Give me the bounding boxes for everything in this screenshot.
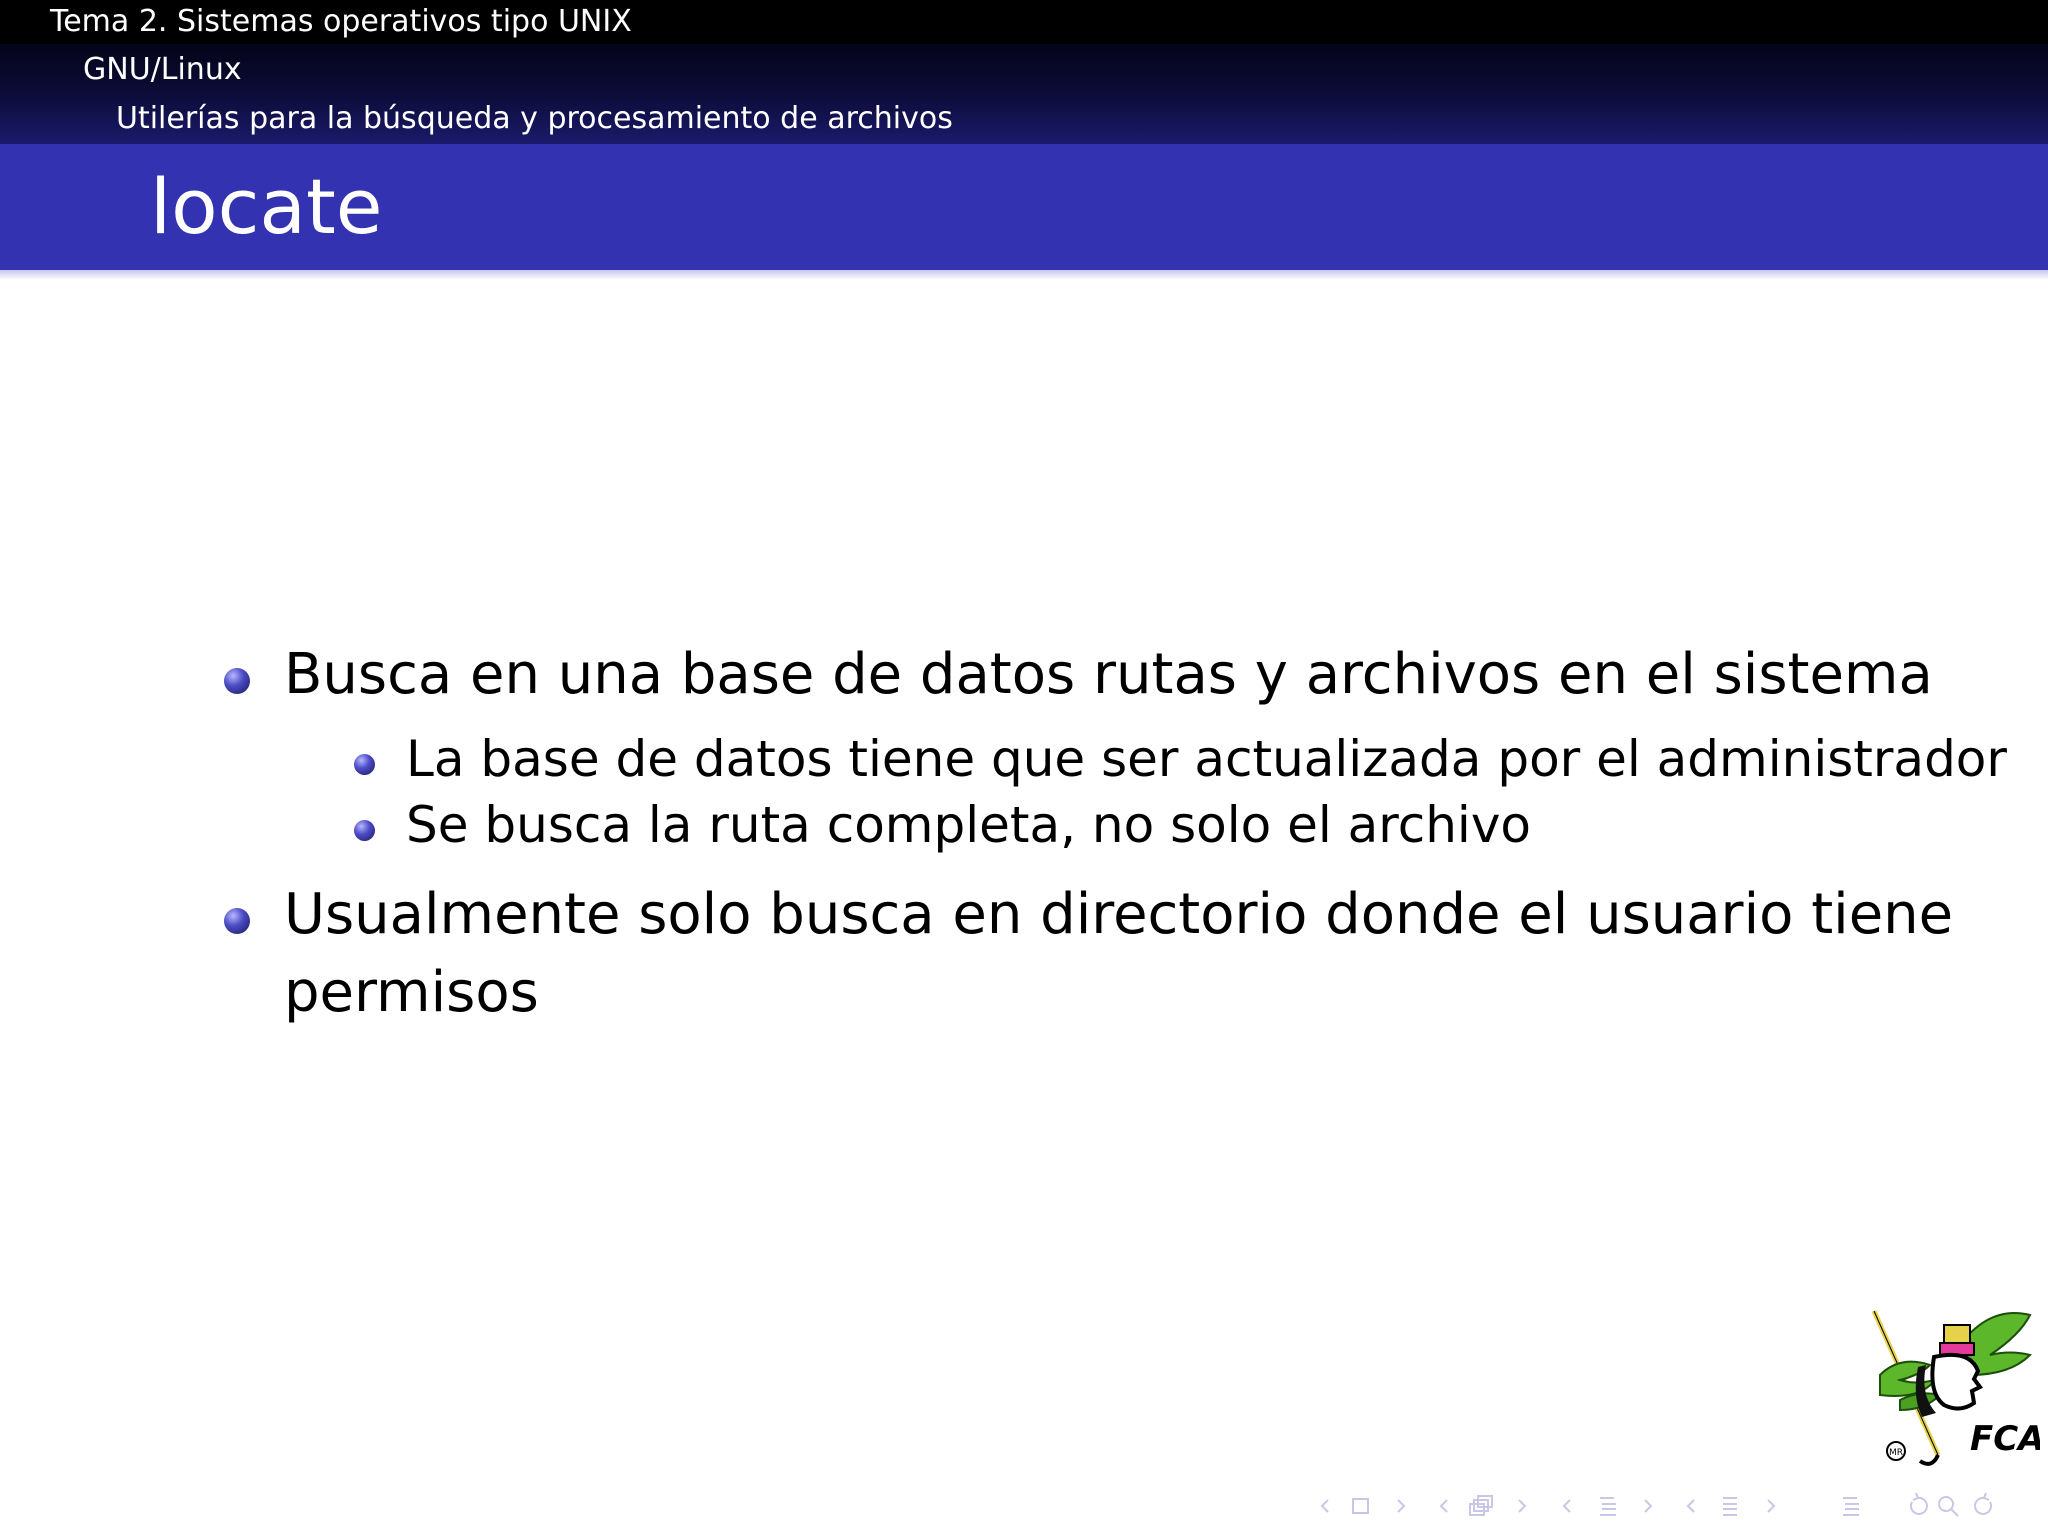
bullet-icon	[224, 908, 250, 934]
nav-forward-icon[interactable]	[1974, 1492, 1993, 1515]
sub-bullet-item-2: Se busca la ruta completa, no solo el ar…	[406, 796, 1531, 854]
nav-subsection-next-icon[interactable]	[1644, 1499, 1653, 1513]
nav-slide-icon[interactable]	[1352, 1498, 1369, 1514]
nav-subsection-icon[interactable]	[1600, 1497, 1616, 1516]
bullet-item-2-line-1: Usualmente solo busca en directorio dond…	[284, 882, 1954, 947]
sub-bullet-icon	[354, 820, 375, 841]
sub-bullet-item-1: La base de datos tiene que ser actualiza…	[406, 730, 2007, 788]
headline-subsection[interactable]: GNU/Linux	[0, 44, 2048, 94]
nav-frame-next-icon[interactable]	[1518, 1499, 1527, 1513]
title-shadow	[0, 270, 2048, 280]
headline-subsubsection[interactable]: Utilerías para la búsqueda y procesamien…	[0, 94, 2048, 144]
nav-search-icon[interactable]	[1938, 1496, 1959, 1517]
nav-slide-next-icon[interactable]	[1397, 1499, 1406, 1513]
nav-slide-prev-icon[interactable]	[1320, 1499, 1329, 1513]
bullet-item-2-line-2: permisos	[284, 960, 539, 1025]
bullet-item-1: Busca en una base de datos rutas y archi…	[284, 642, 1933, 707]
nav-section-icon[interactable]	[1723, 1497, 1737, 1516]
headline-section[interactable]: Tema 2. Sistemas operativos tipo UNIX	[0, 0, 2048, 44]
nav-frame-icon[interactable]	[1469, 1495, 1493, 1516]
fca-logo: MR FCA	[1871, 1309, 2040, 1466]
logo-text: FCA	[1970, 1419, 2040, 1459]
nav-section-next-icon[interactable]	[1767, 1499, 1776, 1513]
nav-toc-icon[interactable]	[1843, 1497, 1859, 1516]
bullet-icon	[224, 668, 250, 694]
frame-title: locate	[0, 144, 2048, 270]
nav-frame-prev-icon[interactable]	[1439, 1499, 1448, 1513]
nav-section-prev-icon[interactable]	[1686, 1499, 1695, 1513]
navigation-bar	[1320, 1492, 1993, 1517]
nav-subsection-prev-icon[interactable]	[1562, 1499, 1571, 1513]
nav-back-icon[interactable]	[1909, 1492, 1928, 1515]
logo-mark: MR	[1889, 1448, 1903, 1458]
sub-bullet-icon	[354, 754, 375, 775]
